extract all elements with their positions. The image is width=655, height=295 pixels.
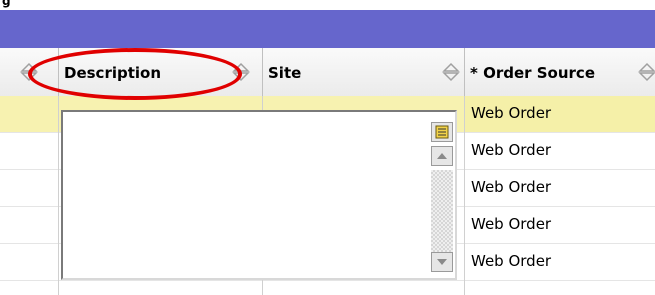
order-source-cell[interactable]: Web Order	[465, 133, 655, 169]
column-header-site[interactable]: Site	[264, 48, 464, 96]
edit-icon[interactable]	[431, 122, 453, 142]
column-header-label: * Order Source	[470, 64, 595, 82]
order-source-value: Web Order	[471, 178, 552, 196]
column-header-order-source[interactable]: * Order Source	[466, 48, 655, 96]
column-header-label: Site	[268, 64, 302, 82]
order-source-cell[interactable]: Web Order	[465, 170, 655, 206]
title-bar	[0, 10, 655, 48]
order-source-cell[interactable]: Web Order	[465, 244, 655, 280]
order-source-value: Web Order	[471, 104, 552, 122]
order-source-value: Web Order	[471, 141, 552, 159]
scroll-down-icon[interactable]	[431, 252, 453, 272]
sort-icon[interactable]	[638, 62, 655, 82]
column-separator[interactable]	[262, 48, 263, 96]
column-separator[interactable]	[464, 48, 465, 96]
description-textarea[interactable]	[67, 116, 427, 278]
column-divider	[464, 96, 465, 295]
scrollbar-track[interactable]	[431, 170, 453, 252]
order-source-value: Web Order	[471, 252, 552, 270]
description-scrollbar[interactable]	[423, 112, 455, 278]
top-strip: g	[0, 0, 655, 10]
title-fragment: g	[2, 0, 11, 8]
order-source-cell[interactable]: Web Order	[465, 96, 655, 132]
order-source-value: Web Order	[471, 215, 552, 233]
sort-icon[interactable]	[442, 62, 460, 82]
description-editor[interactable]	[61, 110, 457, 280]
column-divider	[58, 96, 59, 295]
scroll-up-icon[interactable]	[431, 146, 453, 166]
annotation-oval	[28, 48, 242, 100]
order-source-cell[interactable]: Web Order	[465, 207, 655, 243]
